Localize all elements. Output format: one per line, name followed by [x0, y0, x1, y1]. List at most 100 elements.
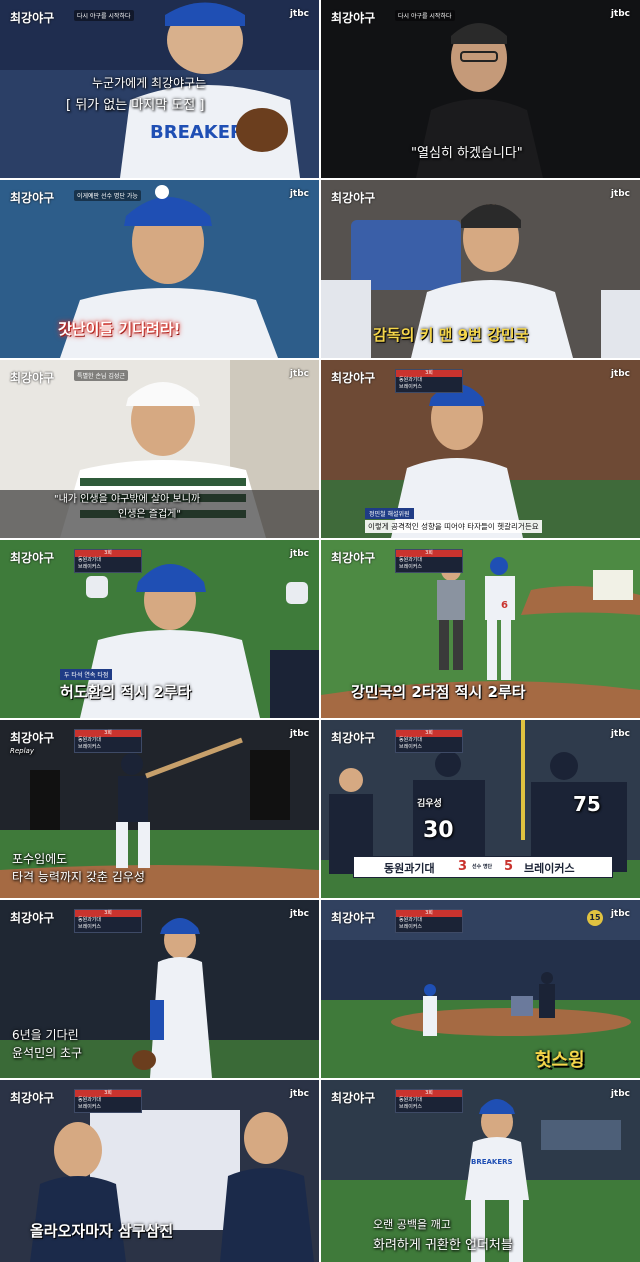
panel-10: 최강야구 3회 동원과기대 브레이커스 jtbc 김우성 30 75 동원과기대… [321, 720, 640, 898]
show-logo: 최강야구 [10, 551, 55, 565]
channel-logo: jtbc [289, 9, 309, 19]
channel-logo: jtbc [289, 1089, 309, 1099]
score-team-b: 브레이커스 [524, 862, 575, 875]
scoreboard-team-b: 브레이커스 [399, 564, 423, 570]
jersey-number: 30 [423, 818, 454, 843]
score-b: 5 [504, 859, 514, 874]
panel-6: 최강야구 3회 동원과기대 브레이커스 jtbc 정민철 해설위원 이렇게 공격… [321, 360, 640, 538]
scoreboard: 3회 동원과기대 브레이커스 [74, 909, 142, 933]
caption: 올라오자마자 삼구삼진 [30, 1222, 174, 1240]
caption: [ 뒤가 없는 마지막 도전 ] [66, 98, 205, 113]
show-logo: 최강야구 [10, 731, 55, 745]
channel-logo: jtbc [289, 549, 309, 559]
scoreboard-team-a: 동원과기대 [399, 737, 423, 743]
show-logo: 최강야구 [331, 11, 376, 25]
channel-logo: jtbc [289, 189, 309, 199]
scoreboard-inning: 3회 [75, 910, 141, 917]
caption: "내가 인생을 야구밖에 살아 보니까 [54, 494, 201, 505]
scoreboard: 3회 동원과기대 브레이커스 [395, 729, 463, 753]
scoreboard-team-a: 동원과기대 [78, 1097, 102, 1103]
panel-8: 최강야구 3회 동원과기대 브레이커스 6 강민국의 2타점 적시 2루타 [321, 540, 640, 718]
caption: 갓난이들 기다려라! [58, 320, 181, 338]
speaker-tag: 정민철 해설위원 [365, 508, 414, 519]
panel-1: BREAKERS 최강야구 다시 야구를 시작하다 jtbc 누군가에게 최강야… [0, 0, 319, 178]
scoreboard: 3회 동원과기대 브레이커스 [395, 909, 463, 933]
caption: 헛스윙 [535, 1050, 585, 1071]
show-logo: 최강야구 [10, 911, 55, 925]
panel-3: 최강야구 이게예판 선수 명단 가능 jtbc 갓난이들 기다려라! [0, 180, 319, 358]
caption: 감독의 키 맨 9번 강민국 [373, 326, 529, 344]
score-strip: 동원과기대 3 선수 명단 5 브레이커스 [353, 856, 613, 878]
panel-7: 최강야구 3회 동원과기대 브레이커스 jtbc 두 타석 연속 타점 허도환의… [0, 540, 319, 718]
show-logo: 최강야구 [10, 1091, 55, 1105]
caption: 누군가에게 최강야구는 [92, 76, 207, 90]
scoreboard-team-b: 브레이커스 [399, 924, 423, 930]
channel-logo: jtbc [289, 729, 309, 739]
caption: 이렇게 공격적인 성향을 띠어야 타자들이 헷갈리거든요 [365, 520, 542, 533]
scoreboard-team-b: 브레이커스 [78, 744, 102, 750]
scoreboard: 3회 동원과기대 브레이커스 [395, 369, 463, 393]
panel-11: 최강야구 3회 동원과기대 브레이커스 jtbc 6년을 기다린 윤석민의 초구 [0, 900, 319, 1078]
scoreboard-team-a: 동원과기대 [399, 377, 423, 383]
show-logo: 최강야구 [10, 191, 55, 205]
caption: 오랜 공백을 깨고 [373, 1218, 451, 1231]
scoreboard-inning: 3회 [75, 550, 141, 557]
scoreboard-inning: 3회 [396, 370, 462, 377]
scoreboard: 3회 동원과기대 브레이커스 [74, 729, 142, 753]
panel-2: 최강야구 다시 야구를 시작하다 jtbc "열심히 하겠습니다" [321, 0, 640, 178]
scoreboard-inning: 3회 [75, 730, 141, 737]
panel-12: 최강야구 3회 동원과기대 브레이커스 15 jtbc 헛스윙 [321, 900, 640, 1078]
panel-13: 최강야구 3회 동원과기대 브레이커스 jtbc 올라오자마자 삼구삼진 [0, 1080, 319, 1262]
channel-logo: jtbc [289, 909, 309, 919]
panel-5: 최강야구 특별한 손님 김성근 jtbc "내가 인생을 야구밖에 살아 보니까… [0, 360, 319, 538]
show-logo: 최강야구 [331, 191, 376, 205]
scoreboard-team-b: 브레이커스 [78, 924, 102, 930]
channel-logo: jtbc [289, 369, 309, 379]
show-logo: 최강야구 [10, 371, 55, 385]
pitch-count-badge: 15 [587, 910, 603, 926]
caption: 허도환의 적시 2루타 [60, 683, 192, 701]
caption: 윤석민의 초구 [12, 1046, 83, 1060]
scoreboard-team-b: 브레이커스 [78, 1104, 102, 1110]
channel-logo: jtbc [610, 729, 630, 739]
channel-logo: jtbc [610, 1089, 630, 1099]
photo-collage: BREAKERS 최강야구 다시 야구를 시작하다 jtbc 누군가에게 최강야… [0, 0, 640, 1262]
scoreboard-team-b: 브레이커스 [78, 564, 102, 570]
jersey-number: 75 [573, 792, 601, 816]
panel-tag: 이게예판 선수 명단 가능 [74, 190, 141, 201]
scoreboard-team-a: 동원과기대 [78, 917, 102, 923]
caption: "열심히 하겠습니다" [411, 146, 523, 161]
channel-logo: jtbc [610, 909, 630, 919]
replay-label: Replay [10, 747, 34, 755]
scoreboard: 3회 동원과기대 브레이커스 [395, 549, 463, 573]
channel-logo: jtbc [610, 9, 630, 19]
show-logo: 최강야구 [331, 1091, 376, 1105]
show-logo: 최강야구 [331, 911, 376, 925]
caption: 타격 능력까지 갖춘 김우성 [12, 870, 145, 884]
caption: 강민국의 2타점 적시 2루타 [351, 683, 526, 701]
jersey-name: 김우성 [417, 799, 442, 809]
show-logo: 최강야구 [10, 11, 55, 25]
panel-14: 최강야구 3회 동원과기대 브레이커스 jtbc BREAKERS 오랜 공백을… [321, 1080, 640, 1262]
scoreboard: 3회 동원과기대 브레이커스 [395, 1089, 463, 1113]
scoreboard-team-a: 동원과기대 [399, 1097, 423, 1103]
show-logo: 최강야구 [331, 731, 376, 745]
jersey-number: 6 [501, 600, 508, 611]
scoreboard: 3회 동원과기대 브레이커스 [74, 549, 142, 573]
channel-logo: jtbc [610, 369, 630, 379]
caption: 인생은 즐겁게" [118, 509, 181, 520]
panel-tag: 특별한 손님 김성근 [74, 370, 128, 381]
panel-12-scene [321, 900, 640, 1078]
show-logo: 최강야구 [331, 551, 376, 565]
channel-logo: jtbc [610, 189, 630, 199]
scoreboard-team-a: 동원과기대 [399, 917, 423, 923]
caption: 6년을 기다린 [12, 1028, 79, 1042]
scoreboard-inning: 3회 [75, 1090, 141, 1097]
panel-4: 최강야구 jtbc 감독의 키 맨 9번 강민국 [321, 180, 640, 358]
scoreboard-team-b: 브레이커스 [399, 744, 423, 750]
panel-9: 최강야구 3회 동원과기대 브레이커스 Replay jtbc 포수임에도 타격… [0, 720, 319, 898]
speaker-tag: 두 타석 연속 타점 [60, 669, 113, 680]
caption: 화려하게 귀환한 언더처블 [373, 1238, 513, 1253]
score-label: 선수 명단 [472, 864, 493, 870]
caption: 포수임에도 [12, 852, 68, 866]
